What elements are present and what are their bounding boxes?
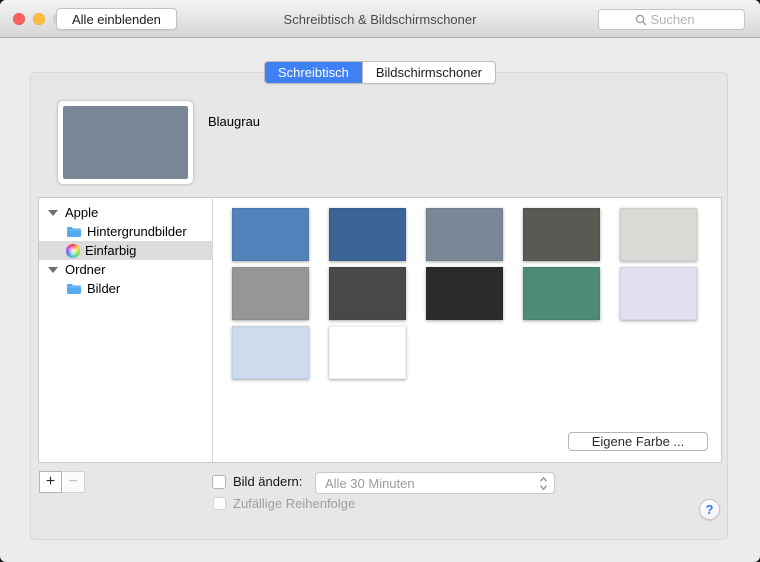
change-picture-label: Bild ändern: (233, 474, 303, 489)
minimize-button[interactable] (33, 13, 45, 25)
search-field[interactable] (598, 9, 745, 30)
change-picture-checkbox[interactable] (212, 474, 226, 489)
random-order-label: Zufällige Reihenfolge (233, 496, 356, 511)
show-all-button[interactable]: Alle einblenden (56, 8, 177, 30)
sidebar-group-apple[interactable]: Apple (39, 203, 212, 222)
preferences-window: Schreibtisch & Bildschirmschoner Alle ei… (0, 0, 760, 562)
sidebar-group-ordner[interactable]: Ordner (39, 260, 212, 279)
color-swatch[interactable] (232, 208, 309, 261)
disclosure-triangle-icon[interactable] (48, 209, 58, 216)
color-swatch[interactable] (523, 267, 600, 320)
source-list: Apple Hintergrundbilder Einfarbig Ordner (39, 198, 213, 462)
sidebar-item-bilder[interactable]: Bilder (39, 279, 212, 298)
color-swatch[interactable] (523, 208, 600, 261)
interval-popup-button[interactable]: Alle 30 Minuten (315, 472, 555, 494)
desktop-preview-image (63, 106, 188, 179)
desktop-preview-well (57, 100, 194, 185)
tab-bar: Schreibtisch Bildschirmschoner (264, 61, 497, 84)
source-and-swatch-box: Apple Hintergrundbilder Einfarbig Ordner (38, 197, 722, 463)
change-picture-row: Bild ändern: (212, 474, 302, 489)
random-order-checkbox[interactable] (213, 497, 226, 510)
sidebar-item-label: Hintergrundbilder (87, 224, 187, 239)
remove-folder-button[interactable]: − (62, 471, 85, 493)
color-swatch[interactable] (232, 267, 309, 320)
color-swatch-grid (232, 208, 697, 379)
disclosure-triangle-icon[interactable] (48, 266, 58, 273)
sidebar-item-einfarbig[interactable]: Einfarbig (39, 241, 212, 260)
color-swatch[interactable] (232, 326, 309, 379)
color-wheel-icon (66, 243, 80, 258)
help-button[interactable]: ? (699, 499, 720, 520)
sidebar-item-hintergrundbilder[interactable]: Hintergrundbilder (39, 222, 212, 241)
popup-stepper-icon (539, 476, 548, 490)
custom-color-button[interactable]: Eigene Farbe ... (568, 432, 708, 451)
random-order-row: Zufällige Reihenfolge (213, 496, 355, 511)
swatch-area: Eigene Farbe ... (213, 198, 721, 462)
title-bar: Schreibtisch & Bildschirmschoner Alle ei… (0, 0, 760, 38)
tab-schreibtisch[interactable]: Schreibtisch (265, 62, 362, 83)
tab-bildschirmschoner[interactable]: Bildschirmschoner (361, 62, 495, 83)
add-folder-button[interactable]: + (39, 471, 62, 493)
folder-icon (67, 227, 81, 237)
selected-color-name: Blaugrau (208, 114, 261, 129)
close-button[interactable] (13, 13, 25, 25)
search-icon (635, 14, 646, 25)
folder-icon (67, 284, 81, 294)
color-swatch[interactable] (426, 267, 503, 320)
interval-selected-value: Alle 30 Minuten (325, 475, 415, 491)
sidebar-item-label: Einfarbig (85, 243, 137, 258)
color-swatch[interactable] (329, 267, 406, 320)
color-swatch[interactable] (426, 208, 503, 261)
sidebar-group-label: Ordner (65, 262, 106, 277)
color-swatch[interactable] (329, 208, 406, 261)
sidebar-group-label: Apple (65, 205, 99, 220)
color-swatch[interactable] (620, 267, 697, 320)
sidebar-item-label: Bilder (87, 281, 121, 296)
search-input[interactable] (650, 12, 709, 27)
color-swatch[interactable] (620, 208, 697, 261)
color-swatch[interactable] (329, 326, 406, 379)
add-remove-control: + − (39, 471, 85, 493)
